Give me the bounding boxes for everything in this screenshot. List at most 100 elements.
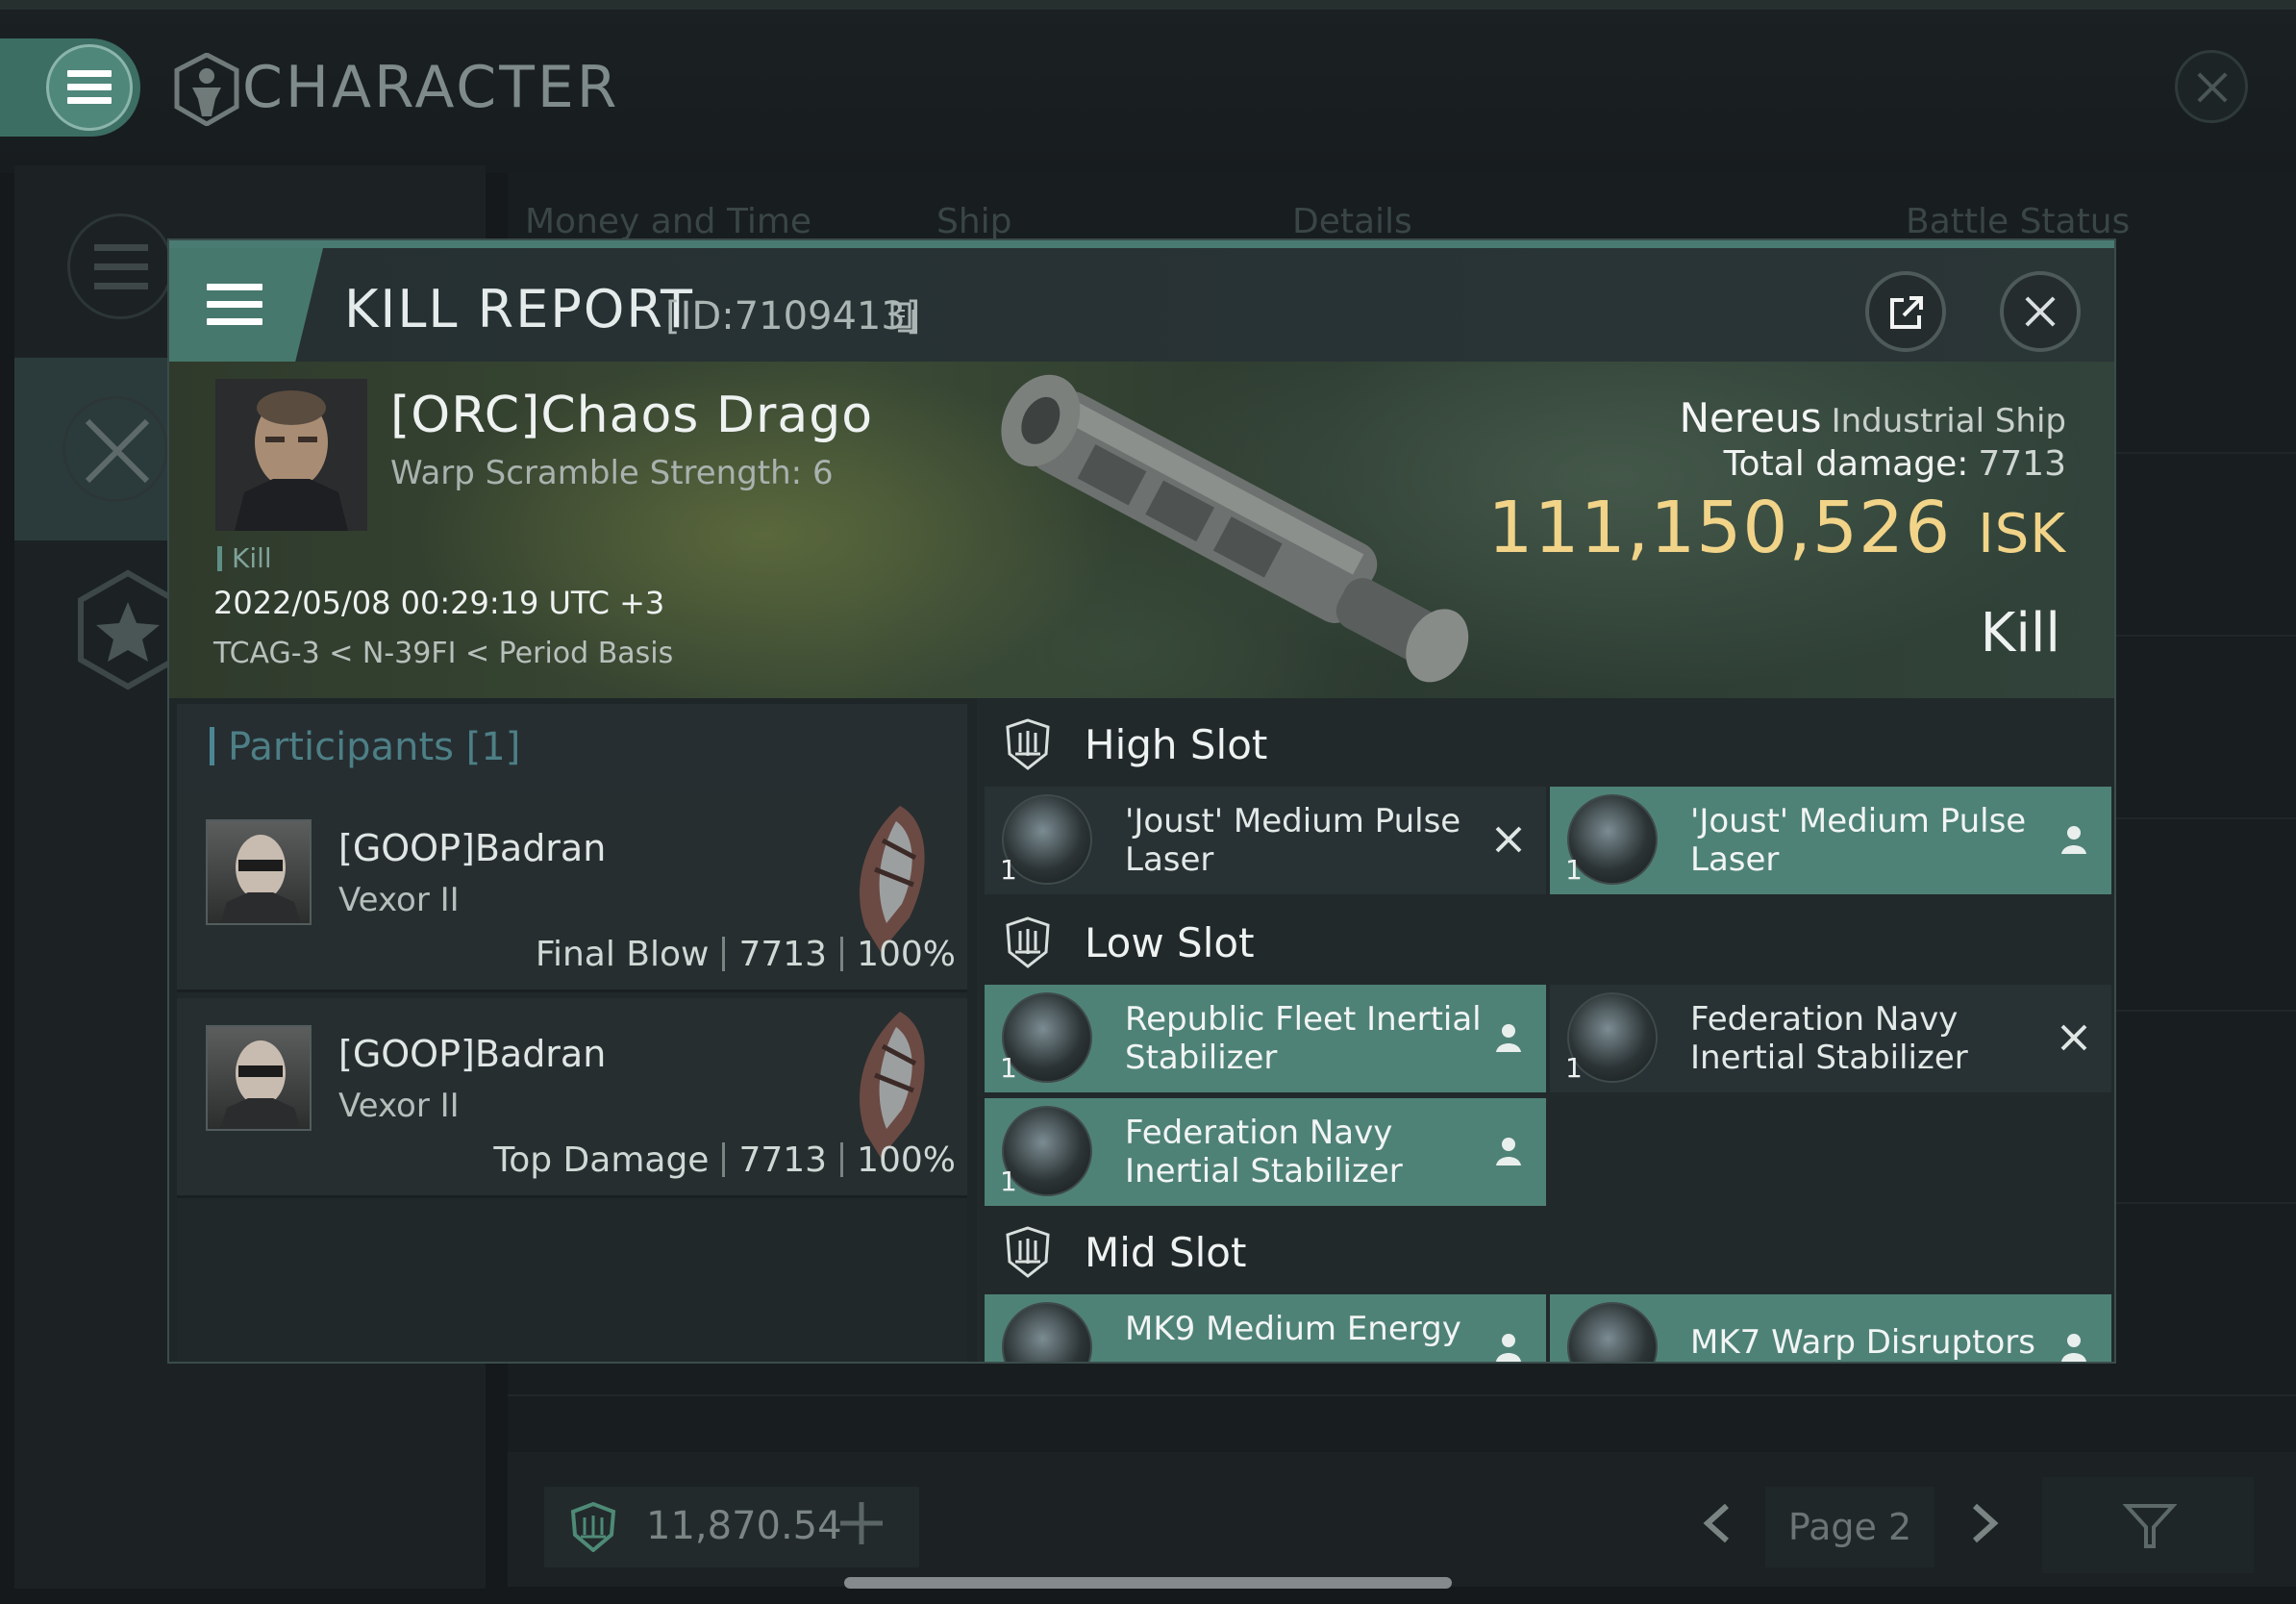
module-item[interactable]: MK7 Warp Disruptors	[1550, 1294, 2111, 1362]
module-quantity: 1	[1000, 854, 1017, 886]
chevron-left-icon[interactable]	[1698, 1500, 1736, 1546]
character-menu-button[interactable]	[0, 38, 140, 137]
participants-title: Participants [1]	[210, 725, 520, 769]
list-icon	[94, 244, 148, 289]
module-name: Republic Fleet Inertial Stabilizer	[1125, 1000, 1482, 1077]
star-badge-icon	[78, 569, 178, 690]
tab-battle-status[interactable]: Battle Status	[1906, 202, 2130, 241]
slot-shield-icon	[1006, 916, 1050, 968]
dialog-accent-line	[169, 240, 2114, 248]
kill-tag: Kill	[217, 542, 272, 574]
module-quantity: 1	[1565, 1052, 1583, 1084]
participant-ship: Vexor II	[338, 881, 460, 919]
participant-damage: 7713	[738, 1140, 828, 1180]
x-icon	[1495, 826, 1522, 853]
participant-stats: Final Blow 7713 100%	[536, 935, 956, 974]
person-icon	[2061, 826, 2086, 854]
module-quantity: 1	[1565, 854, 1583, 886]
module-name: 'Joust' Medium Pulse Laser	[1690, 802, 2027, 879]
participants-panel: Participants [1] [GOOP]Badran Vexor II F…	[177, 704, 967, 1362]
wallet-shield-icon	[570, 1502, 616, 1552]
external-link-icon	[1890, 296, 1923, 329]
sidebar-item-combat[interactable]	[14, 358, 183, 540]
participant-percent: 100%	[857, 935, 956, 974]
person-icon	[1496, 1334, 1521, 1362]
avatar	[206, 1025, 312, 1131]
kill-report-menu-button[interactable]	[169, 248, 323, 362]
total-damage-label: Total damage:	[1723, 444, 1969, 484]
slot-shield-icon	[1006, 1226, 1050, 1278]
high-slot-header: High Slot	[977, 698, 2114, 787]
person-icon	[2061, 1334, 2086, 1362]
module-quantity: 1	[1000, 1165, 1017, 1197]
ship-render	[1001, 374, 1469, 683]
module-item[interactable]: 1 'Joust' Medium Pulse Laser	[1550, 787, 2111, 894]
avatar	[206, 819, 312, 925]
participant-name[interactable]: [GOOP]Badran	[338, 1033, 606, 1075]
total-damage: Total damage: 7713	[1724, 444, 2066, 484]
copy-icon[interactable]	[890, 302, 917, 333]
horizontal-scrollbar[interactable]	[844, 1577, 1452, 1589]
slot-label: Mid Slot	[1085, 1229, 1247, 1276]
x-icon	[2060, 1024, 2087, 1051]
participant-ship: Vexor II	[338, 1087, 460, 1125]
person-icon	[1496, 1138, 1521, 1165]
participant-role: Final Blow	[535, 935, 710, 974]
participant-row[interactable]: [GOOP]Badran Vexor II Final Blow 7713 100%	[177, 792, 967, 992]
chevron-right-icon[interactable]	[1965, 1500, 2004, 1546]
victim-portrait	[215, 379, 367, 531]
tab-details[interactable]: Details	[1292, 202, 1412, 241]
module-item[interactable]: 1 'Joust' Medium Pulse Laser	[985, 787, 1546, 894]
close-button[interactable]	[2000, 271, 2081, 352]
kill-datetime: 2022/05/08 00:29:19 UTC +3	[213, 585, 665, 621]
divider	[508, 1394, 2296, 1396]
wallet-widget: 11,870.54	[544, 1487, 919, 1567]
isk-amount: 111,150,526	[1487, 487, 1952, 569]
kill-result: Kill	[1980, 602, 2060, 664]
module-item[interactable]: 1 Federation Navy Inertial Stabilizer	[985, 1098, 1546, 1206]
share-button[interactable]	[1865, 271, 1946, 352]
kill-location[interactable]: TCAG-3 < N-39FI < Period Basis	[213, 637, 673, 670]
ship-type-name[interactable]: Nereus	[1680, 394, 1822, 441]
ship-class: Industrial Ship	[1831, 402, 2066, 440]
isk-value: 111,150,526 ISK	[1487, 487, 2066, 569]
crossed-swords-icon	[85, 418, 150, 484]
slot-shield-icon	[1006, 718, 1050, 770]
total-damage-value: 7713	[1978, 444, 2066, 484]
slot-label: High Slot	[1085, 721, 1268, 768]
character-close-button[interactable]	[2175, 50, 2248, 123]
hamburger-icon	[67, 70, 112, 105]
filter-button[interactable]	[2042, 1477, 2254, 1573]
filter-icon	[2123, 1504, 2177, 1548]
module-name: Federation Navy Inertial Stabilizer	[1690, 1000, 1968, 1077]
participants-header: Participants [1]	[177, 704, 967, 792]
kill-report-id: [ID:7109413]	[665, 294, 921, 338]
participant-name[interactable]: [GOOP]Badran	[338, 827, 606, 869]
fitting-panel: High Slot 1 'Joust' Medium Pulse Laser 1…	[977, 698, 2114, 1362]
module-item[interactable]: 1 Federation Navy Inertial Stabilizer	[1550, 985, 2111, 1092]
kill-report-title: KILL REPORT	[344, 279, 694, 339]
participant-ship-icon	[860, 806, 925, 952]
module-name: MK7 Warp Disruptors	[1690, 1323, 2035, 1362]
module-icon	[1002, 1302, 1092, 1362]
module-name: 'Joust' Medium Pulse Laser	[1125, 802, 1461, 879]
module-item[interactable]: MK9 Medium Energy	[985, 1294, 1546, 1362]
add-funds-icon[interactable]	[833, 1494, 890, 1552]
victim-subtitle: Warp Scramble Strength: 6	[390, 454, 834, 492]
person-icon	[1496, 1024, 1521, 1052]
tab-money-time[interactable]: Money and Time	[525, 202, 811, 241]
participant-ship-icon	[860, 1012, 925, 1158]
module-item[interactable]: 1 Republic Fleet Inertial Stabilizer	[985, 985, 1546, 1092]
participant-row[interactable]: [GOOP]Badran Vexor II Top Damage 7713 100%	[177, 998, 967, 1198]
module-name: Federation Navy Inertial Stabilizer	[1125, 1114, 1403, 1190]
character-tabs: Money and Time Ship Details Battle Statu…	[508, 173, 2296, 250]
character-icon	[174, 53, 239, 126]
window-title: CHARACTER	[242, 54, 620, 121]
tab-ship[interactable]: Ship	[936, 202, 1012, 241]
sidebar-item-menu[interactable]	[38, 175, 183, 358]
top-band	[0, 0, 2296, 10]
mid-slot-header: Mid Slot	[977, 1206, 2114, 1294]
wallet-balance: 11,870.54	[646, 1504, 842, 1548]
victim-name[interactable]: [ORC]Chaos Drago	[390, 387, 873, 444]
hamburger-icon	[207, 284, 262, 326]
